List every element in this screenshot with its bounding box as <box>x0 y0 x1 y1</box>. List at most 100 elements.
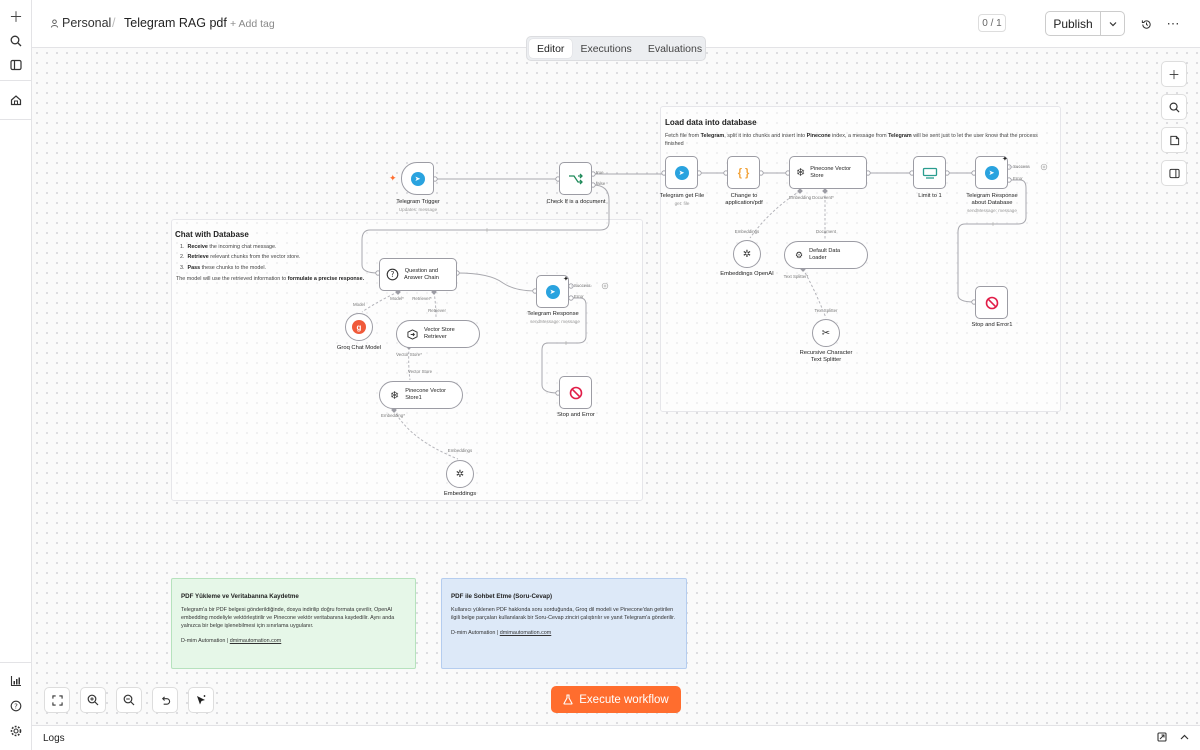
node-stop-error[interactable] <box>559 376 592 409</box>
node-embeddings-openai[interactable]: ✲ <box>733 240 761 268</box>
sidebar-toggle-icon[interactable] <box>6 55 26 75</box>
node-telegram-response-label: Telegram Response <box>527 311 579 317</box>
if-branch-icon <box>568 173 583 184</box>
node-text-splitter[interactable]: ✂ <box>812 319 840 347</box>
node-qa-chain[interactable]: ? Question and Answer Chain <box>379 258 457 291</box>
pinecone-icon: ❄ <box>796 167 806 179</box>
code-braces-icon: { } <box>737 166 750 179</box>
add-sticky-button[interactable] <box>1161 127 1187 153</box>
workflow-canvas[interactable]: Load data into database Fetch file from … <box>32 48 1200 725</box>
toggle-panel-button[interactable] <box>1161 160 1187 186</box>
node-check-document-label: Check If is a document <box>546 199 606 205</box>
chevron-down-icon[interactable] <box>1101 12 1124 35</box>
trigger-bolt-icon: ✦ <box>389 173 397 183</box>
text-splitter-port: Text Splitter <box>814 308 838 313</box>
add-node-button[interactable]: ＋ <box>1161 61 1187 87</box>
node-stop-error-label: Stop and Error <box>557 412 595 418</box>
node-groq-chat-model[interactable]: g <box>345 313 373 341</box>
node-pinecone-store[interactable]: ❄ Pinecone Vector Store <box>789 156 867 189</box>
version-counter: 0 / 1 <box>978 14 1006 32</box>
node-telegram-get-file-label: Telegram get File <box>659 193 705 199</box>
question-icon: ? <box>386 268 399 281</box>
node-default-data-loader[interactable]: ⚙ Default Data Loader <box>784 241 868 269</box>
node-text-splitter-label-2: Text Splitter <box>810 357 842 363</box>
view-tabs: Editor Executions Evaluations <box>526 36 706 61</box>
pinecone1-embedding-port: Embedding* <box>381 413 405 418</box>
node-change-pdf-label-2: application/pdf <box>725 200 763 206</box>
settings-icon[interactable] <box>6 721 26 741</box>
insights-icon[interactable] <box>6 671 26 691</box>
node-vector-store-retriever[interactable]: Vector Store Retriever <box>396 320 480 348</box>
more-options-icon[interactable]: ⋯ <box>1164 15 1182 33</box>
node-limit[interactable] <box>913 156 946 189</box>
retriever-in-port: Retriever <box>428 308 446 313</box>
workflow-name[interactable]: Telegram RAG pdf <box>124 16 227 30</box>
add-tag-link[interactable]: + Add tag <box>230 18 275 30</box>
node-telegram-response-db-sub: sendMessage: message <box>967 208 1017 213</box>
flask-icon <box>563 694 573 705</box>
qa-model-port: Model* <box>390 296 404 301</box>
node-telegram-response-db-label-2: about Database <box>971 200 1013 206</box>
node-check-document[interactable] <box>559 162 592 195</box>
publish-button[interactable]: Publish <box>1046 12 1101 35</box>
check-true-label: true <box>596 170 604 175</box>
left-rail: ＋ ? <box>0 0 32 750</box>
node-pinecone-store1[interactable]: ❄ Pinecone Vector Store1 <box>379 381 463 409</box>
node-groq-chat-model-label: Groq Chat Model <box>336 345 382 351</box>
gear-icon: ⚙ <box>795 249 804 260</box>
tab-evaluations[interactable]: Evaluations <box>640 39 710 58</box>
pinecone-embedding-port: Embedding <box>788 195 812 200</box>
node-limit-label: Limit to 1 <box>918 193 942 199</box>
zoom-out-button[interactable] <box>116 687 142 713</box>
telegram-icon: ➤ <box>410 171 425 186</box>
zoom-in-button[interactable] <box>80 687 106 713</box>
groq-icon: g <box>352 320 366 334</box>
limit-icon <box>922 167 937 179</box>
telegram-icon: ➤ <box>674 165 689 180</box>
resp-db-success-label: Success <box>1013 164 1030 169</box>
node-change-pdf[interactable]: { } <box>727 156 760 189</box>
node-telegram-get-file[interactable]: ➤ <box>665 156 698 189</box>
undo-button[interactable] <box>152 687 178 713</box>
openai-icon: ✲ <box>455 468 465 480</box>
tidy-up-button[interactable] <box>188 687 214 713</box>
search-nodes-button[interactable] <box>1161 94 1187 120</box>
pop-out-icon[interactable] <box>1157 732 1167 745</box>
add-icon[interactable]: ＋ <box>6 7 26 27</box>
user-icon <box>50 16 59 30</box>
sticky-note-pdf-upload[interactable]: PDF Yükleme ve Veritabanına Kaydetme Tel… <box>171 578 416 669</box>
logs-title: Logs <box>43 733 65 744</box>
fit-view-button[interactable] <box>44 687 70 713</box>
logs-panel[interactable]: Logs <box>32 725 1200 750</box>
tab-executions[interactable]: Executions <box>572 39 639 58</box>
zoom-out-icon <box>123 694 135 706</box>
resp-error-label: Error <box>574 294 584 299</box>
node-stop-error1[interactable] <box>975 286 1008 319</box>
scissors-icon: ✂ <box>821 327 831 339</box>
node-embeddings-label: Embeddings <box>443 491 477 497</box>
tab-editor[interactable]: Editor <box>529 39 573 58</box>
sticky-note-pdf-chat[interactable]: PDF ile Sohbet Etme (Soru-Cevap) Kullanı… <box>441 578 687 669</box>
action-bolt-icon: ✦ <box>1002 156 1008 163</box>
node-embeddings[interactable]: ✲ <box>446 460 474 488</box>
telegram-icon: ➤ <box>545 284 560 299</box>
help-icon[interactable]: ? <box>6 696 26 716</box>
node-text-splitter-label-1: Recursive Character <box>799 350 853 356</box>
search-icon <box>1169 102 1180 113</box>
search-icon[interactable] <box>6 31 26 51</box>
home-icon[interactable] <box>6 90 26 110</box>
node-telegram-trigger[interactable]: ➤ <box>401 162 434 195</box>
chevron-up-icon[interactable] <box>1180 732 1189 743</box>
publish-button-group: Publish <box>1045 11 1125 36</box>
execute-workflow-button[interactable]: Execute workflow <box>551 686 681 713</box>
loader-text-splitter-port: Text Splitter* <box>783 274 809 279</box>
breadcrumb-separator: / <box>112 16 116 30</box>
openai-icon: ✲ <box>742 248 752 260</box>
resp-success-label: Success <box>574 283 591 288</box>
breadcrumb-project[interactable]: Personal <box>62 16 111 30</box>
node-telegram-response-sub: sendMessage: message <box>530 319 580 324</box>
history-icon[interactable] <box>1137 15 1155 33</box>
loader-document-port: Document <box>815 229 837 234</box>
embeddings-port: Embeddings <box>447 448 473 453</box>
groq-model-port: Model <box>353 302 365 307</box>
